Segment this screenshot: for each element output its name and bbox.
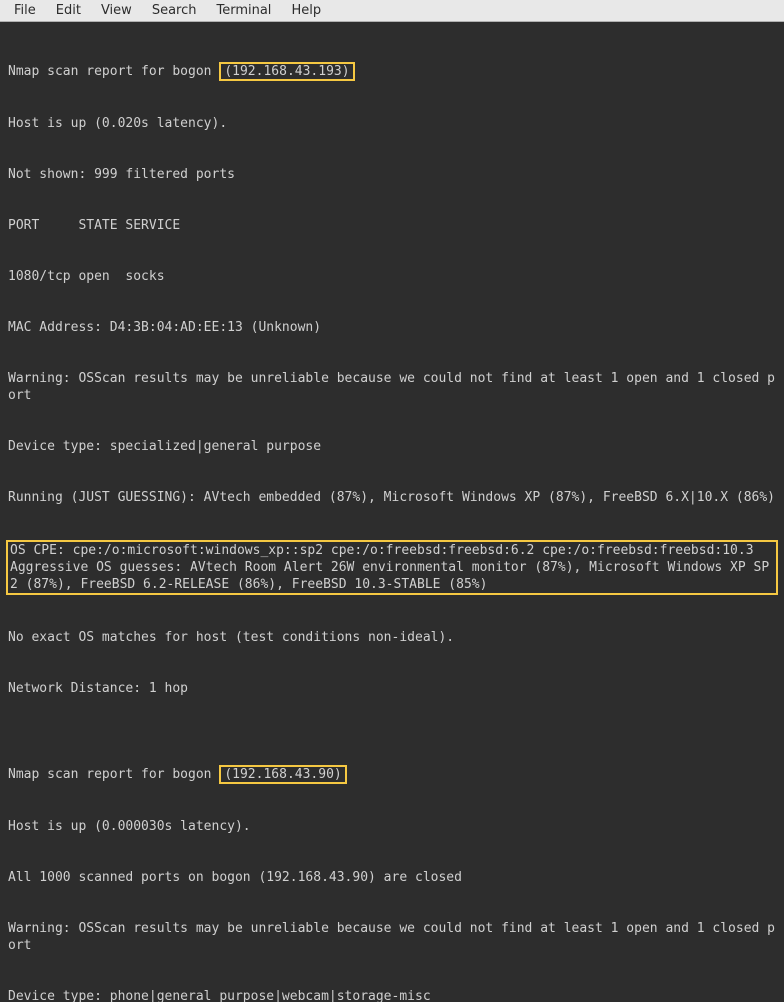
host-up-line: Host is up (0.020s latency). [8, 115, 776, 132]
menu-search[interactable]: Search [142, 1, 207, 20]
port-line: 1080/tcp open socks [8, 268, 776, 285]
menu-terminal[interactable]: Terminal [206, 1, 281, 20]
scan-report-prefix-2: Nmap scan report for bogon [8, 767, 219, 782]
menu-view[interactable]: View [91, 1, 142, 20]
warning-line: Warning: OSScan results may be unreliabl… [8, 370, 776, 404]
not-shown-line: Not shown: 999 filtered ports [8, 166, 776, 183]
ip-highlight-1: (192.168.43.193) [219, 62, 354, 81]
no-exact-os-line: No exact OS matches for host (test condi… [8, 629, 776, 646]
host-up-line-2: Host is up (0.000030s latency). [8, 818, 776, 835]
device-type-line-2: Device type: phone|general purpose|webca… [8, 988, 776, 1002]
menu-file[interactable]: File [4, 1, 46, 20]
menubar: File Edit View Search Terminal Help [0, 0, 784, 22]
scan-report-line-2: Nmap scan report for bogon (192.168.43.9… [8, 765, 776, 784]
mac-address-line: MAC Address: D4:3B:04:AD:EE:13 (Unknown) [8, 319, 776, 336]
running-line: Running (JUST GUESSING): AVtech embedded… [8, 489, 776, 506]
menu-help[interactable]: Help [281, 1, 331, 20]
all-ports-closed-line: All 1000 scanned ports on bogon (192.168… [8, 869, 776, 886]
menu-edit[interactable]: Edit [46, 1, 91, 20]
warning-line-2: Warning: OSScan results may be unreliabl… [8, 920, 776, 954]
terminal-output[interactable]: Nmap scan report for bogon (192.168.43.1… [0, 22, 784, 1002]
device-type-line: Device type: specialized|general purpose [8, 438, 776, 455]
scan-report-line: Nmap scan report for bogon (192.168.43.1… [8, 62, 776, 81]
scan-report-prefix: Nmap scan report for bogon [8, 64, 219, 79]
os-cpe-highlight-1: OS CPE: cpe:/o:microsoft:windows_xp::sp2… [6, 540, 778, 595]
port-header-line: PORT STATE SERVICE [8, 217, 776, 234]
ip-highlight-2: (192.168.43.90) [219, 765, 346, 784]
network-distance-line: Network Distance: 1 hop [8, 680, 776, 697]
